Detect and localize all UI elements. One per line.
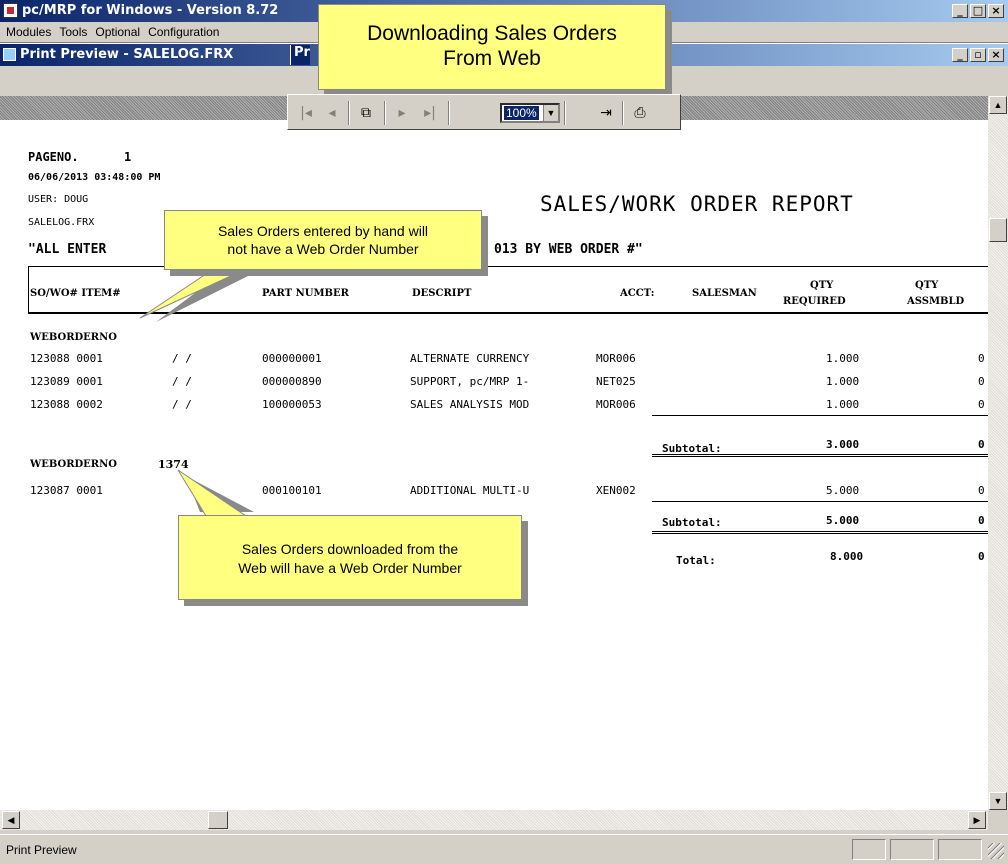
printer-icon[interactable]: ⎙ <box>630 104 650 122</box>
horizontal-scroll-thumb[interactable] <box>208 811 228 829</box>
chevron-down-icon[interactable]: ▼ <box>543 105 558 121</box>
vertical-scrollbar[interactable]: ▲ ▼ <box>988 96 1008 810</box>
top-callout: Downloading Sales Orders From Web <box>318 4 666 90</box>
last-page-icon[interactable]: ▸| <box>420 104 440 122</box>
scroll-right-icon[interactable]: ▶ <box>968 811 986 829</box>
print-preview-toolbar: |◂ ◂ ⧉ ▸ ▸| 100% ▼ ⇥ ⎙ <box>287 94 681 130</box>
hand-callout-pointer <box>139 267 249 319</box>
first-page-icon[interactable]: |◂ <box>296 104 316 122</box>
status-text: Print Preview <box>6 843 77 857</box>
status-panel <box>890 839 934 860</box>
resize-grip-icon[interactable] <box>988 843 1004 859</box>
status-panel <box>852 839 886 860</box>
status-panel <box>938 839 982 860</box>
status-bar: Print Preview <box>0 834 1008 864</box>
web-callout-pointer <box>177 469 248 517</box>
web-callout-line1: Sales Orders downloaded from the <box>241 541 459 557</box>
close-preview-icon[interactable]: ⇥ <box>596 104 616 122</box>
next-page-icon[interactable]: ▸ <box>392 104 412 122</box>
hand-callout-line1: Sales Orders entered by hand will <box>217 223 429 239</box>
hand-callout-line2: not have a Web Order Number <box>227 241 419 257</box>
vertical-scroll-thumb[interactable] <box>989 218 1007 242</box>
top-callout-line2: From Web <box>443 47 541 70</box>
zoom-select[interactable]: 100% ▼ <box>500 103 560 123</box>
prev-page-icon[interactable]: ◂ <box>322 104 342 122</box>
zoom-value: 100% <box>504 106 539 120</box>
top-callout-line1: Downloading Sales Orders <box>367 22 617 45</box>
hand-entry-callout: Sales Orders entered by hand will not ha… <box>164 210 482 270</box>
scroll-up-icon[interactable]: ▲ <box>989 96 1007 114</box>
horizontal-scrollbar[interactable]: ◀ ▶ <box>0 810 988 830</box>
scroll-down-icon[interactable]: ▼ <box>989 792 1007 810</box>
web-callout-line2: Web will have a Web Order Number <box>238 560 462 576</box>
scroll-left-icon[interactable]: ◀ <box>2 811 20 829</box>
web-order-callout: Sales Orders downloaded from the Web wil… <box>178 515 522 600</box>
multi-page-icon[interactable]: ⧉ <box>356 104 376 122</box>
